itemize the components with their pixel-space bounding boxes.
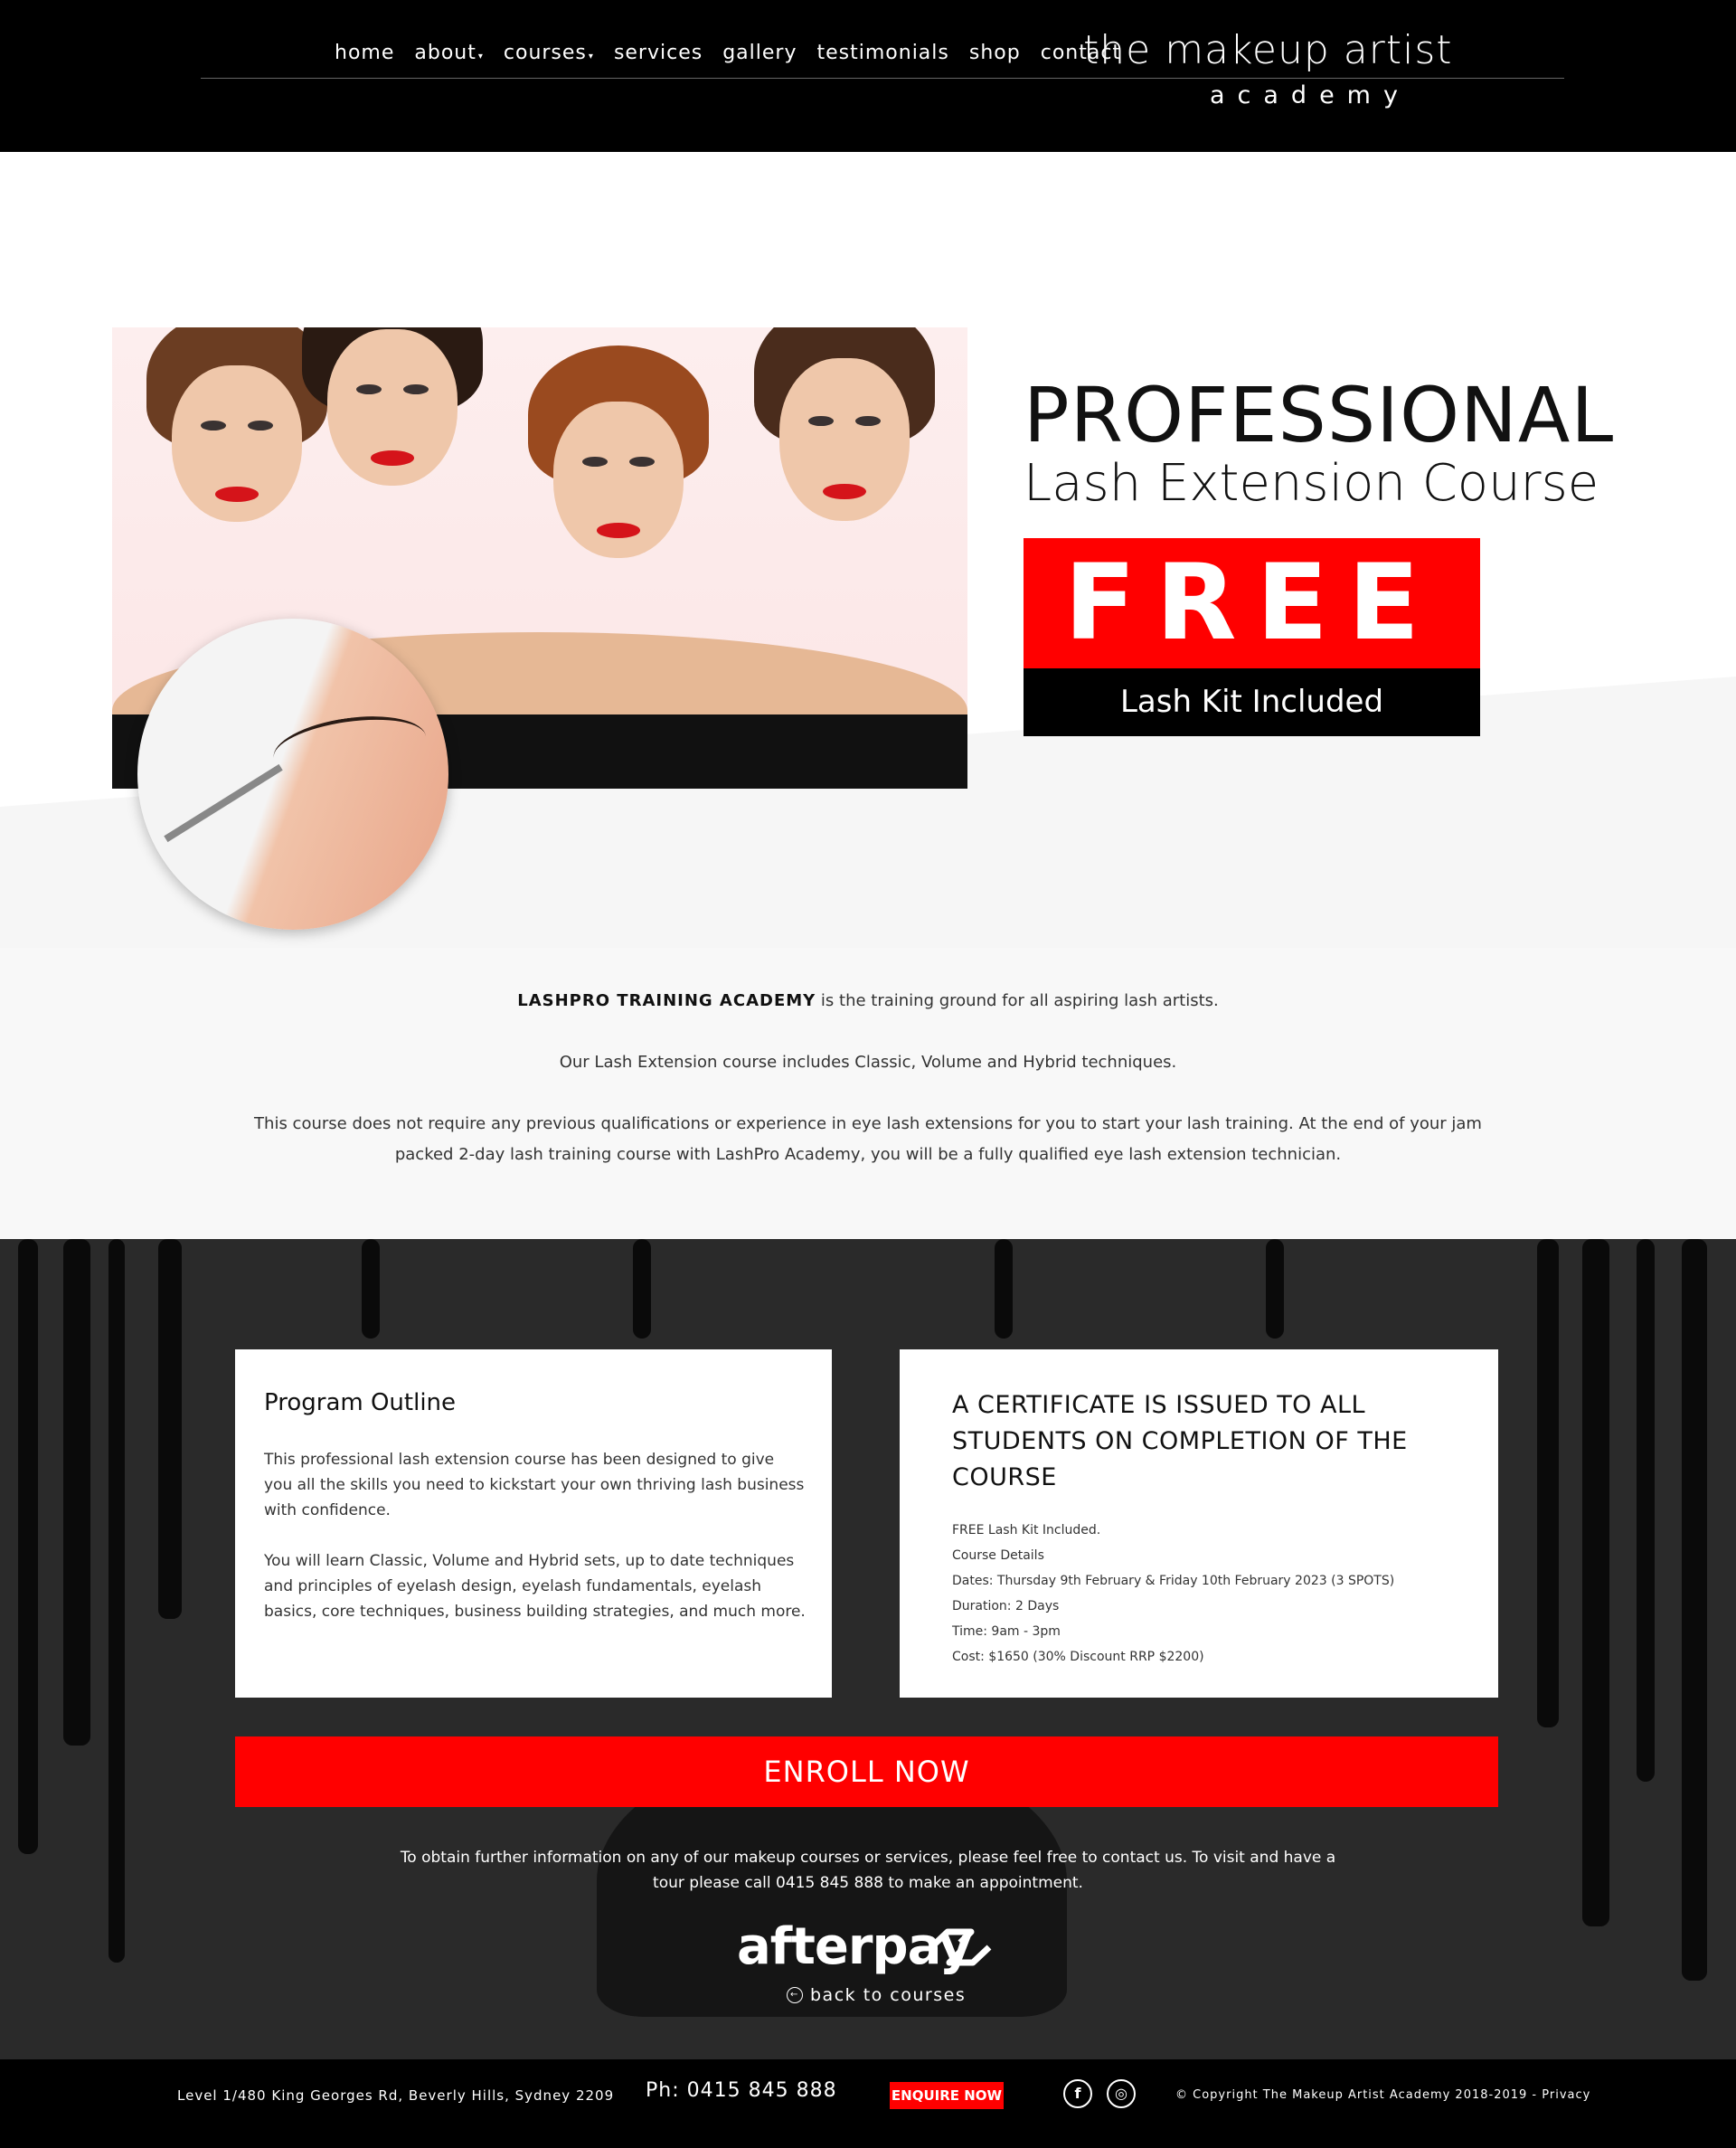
nav-services-label: services	[613, 42, 703, 64]
program-paragraph-2: You will learn Classic, Volume and Hybri…	[264, 1552, 806, 1621]
brush-decor	[108, 1239, 125, 1963]
nav-about-label: about	[414, 42, 476, 64]
brush-decor	[362, 1239, 380, 1339]
footer-copyright[interactable]: © Copyright The Makeup Artist Academy 20…	[1175, 2088, 1590, 2102]
footer-address: Level 1/480 King Georges Rd, Beverly Hil…	[177, 2087, 615, 2104]
hero-section: PROFESSIONAL Lash Extension Course FREE …	[0, 152, 1736, 948]
nav-shop-label: shop	[968, 42, 1021, 64]
brush-decor	[1537, 1239, 1559, 1727]
model-3	[528, 345, 709, 599]
site-header: home about ▾ courses ▾ services gallery te…	[0, 0, 1736, 152]
intro-section: LASHPRO TRAINING ACADEMY is the training…	[0, 986, 1736, 1170]
model-2	[302, 327, 483, 526]
course-detail-line: Dates: Thursday 9th February & Friday 10…	[952, 1574, 1395, 1588]
model-4	[754, 327, 935, 563]
brush-decor	[63, 1239, 90, 1746]
intro-paragraph-1-text: is the training ground for all aspiring …	[816, 991, 1219, 1010]
course-detail-line: Course Details	[952, 1548, 1044, 1563]
nav-home[interactable]: home	[335, 42, 394, 64]
free-badge: FREE	[1024, 538, 1480, 668]
back-to-courses-label: back to courses	[810, 1985, 967, 2005]
chevron-down-icon: ▾	[588, 52, 594, 62]
program-title: Program Outline	[264, 1389, 457, 1416]
nav-testimonials[interactable]: testimonials	[817, 42, 949, 64]
nav-about[interactable]: about ▾	[414, 42, 484, 64]
intro-paragraph-1: LASHPRO TRAINING ACADEMY is the training…	[0, 986, 1736, 1017]
afterpay-arrows-icon	[929, 1928, 992, 1966]
brush-decor	[1682, 1239, 1707, 1981]
brush-decor	[633, 1239, 651, 1339]
main-nav: home about ▾ courses ▾ services gallery te…	[335, 42, 1141, 64]
instagram-icon[interactable]: ◎	[1107, 2079, 1136, 2108]
course-detail-line: FREE Lash Kit Included.	[952, 1523, 1101, 1538]
lash-closeup-image	[137, 619, 448, 930]
brush-decor	[1637, 1239, 1655, 1782]
kit-included-badge: Lash Kit Included	[1024, 668, 1480, 736]
nav-gallery-label: gallery	[722, 42, 797, 64]
logo-subtitle[interactable]: academy	[1210, 81, 1410, 109]
brush-decor	[158, 1239, 182, 1619]
chevron-down-icon: ▾	[477, 52, 484, 62]
enquire-now-button[interactable]: ENQUIRE NOW	[890, 2082, 1004, 2109]
program-paragraph-1: This professional lash extension course …	[264, 1451, 805, 1519]
course-details-list: FREE Lash Kit Included. Course Details D…	[952, 1518, 1394, 1670]
brush-decor	[1266, 1239, 1284, 1339]
back-to-courses-link[interactable]: ← back to courses	[787, 1985, 966, 2005]
facebook-icon[interactable]: f	[1063, 2079, 1092, 2108]
back-arrow-icon: ←	[787, 1987, 803, 2003]
nav-shop[interactable]: shop	[969, 42, 1021, 64]
nav-services[interactable]: services	[614, 42, 703, 64]
certificate-title: A CERTIFICATE IS ISSUED TO ALL STUDENTS …	[952, 1391, 1408, 1491]
course-detail-line: Time: 9am - 3pm	[952, 1624, 1061, 1639]
eyelash-shape	[269, 707, 430, 787]
footer-phone[interactable]: Ph: 0415 845 888	[646, 2079, 837, 2102]
nav-testimonials-label: testimonials	[816, 42, 949, 64]
program-body: This professional lash extension course …	[264, 1447, 807, 1650]
enroll-now-button[interactable]: ENROLL NOW	[235, 1736, 1498, 1807]
site-footer: Level 1/480 King Georges Rd, Beverly Hil…	[0, 2059, 1736, 2148]
contact-note: To obtain further information on any of …	[400, 1849, 1336, 1892]
tweezer-shape	[164, 763, 283, 843]
course-detail-line: Cost: $1650 (30% Discount RRP $2200)	[952, 1650, 1204, 1664]
certificate-card: A CERTIFICATE IS ISSUED TO ALL STUDENTS …	[900, 1349, 1498, 1698]
brush-decor	[1582, 1239, 1609, 1926]
nav-home-label: home	[335, 42, 395, 64]
program-outline-card: Program Outline This professional lash e…	[235, 1349, 832, 1698]
hero-subtitle: Lash Extension Course	[1024, 454, 1599, 513]
nav-gallery[interactable]: gallery	[722, 42, 797, 64]
intro-paragraph-3: This course does not require any previou…	[254, 1114, 1482, 1164]
hero-title: PROFESSIONAL	[1024, 371, 1615, 459]
logo-title[interactable]: the makeup artist	[1083, 27, 1453, 73]
brush-decor	[18, 1239, 38, 1854]
course-detail-line: Duration: 2 Days	[952, 1599, 1060, 1613]
model-1	[146, 327, 327, 563]
academy-name: LASHPRO TRAINING ACADEMY	[517, 991, 816, 1010]
nav-courses-label: courses	[503, 42, 587, 64]
header-divider	[201, 78, 1564, 79]
intro-paragraph-2: Our Lash Extension course includes Class…	[559, 1053, 1177, 1072]
nav-courses[interactable]: courses ▾	[504, 42, 594, 64]
brush-decor	[995, 1239, 1013, 1339]
